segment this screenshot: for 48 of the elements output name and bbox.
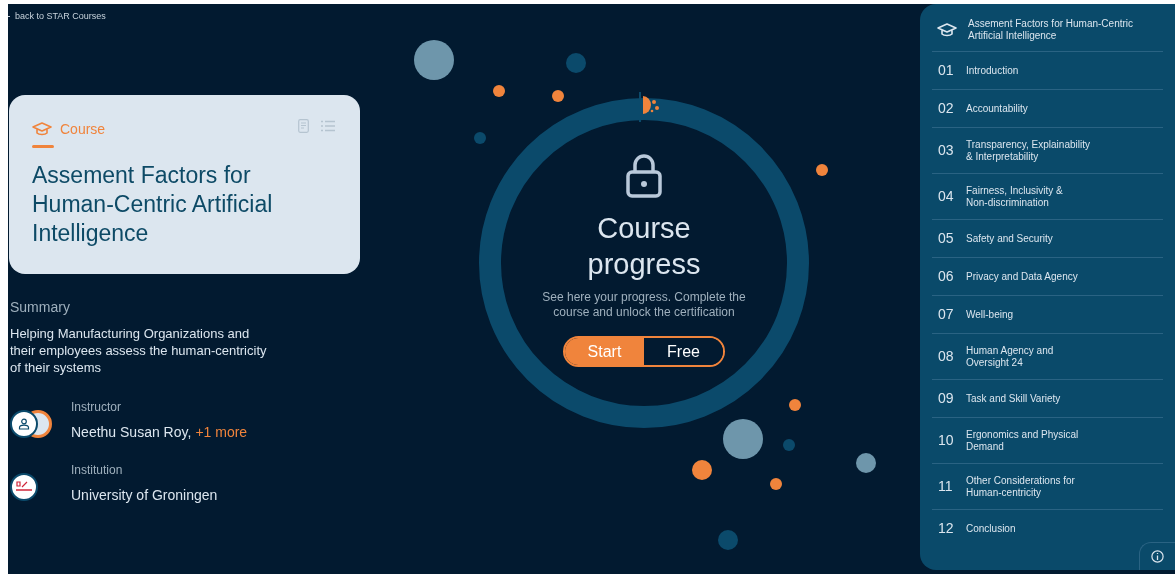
decorative-dot <box>493 85 505 97</box>
summary-heading: Summary <box>10 297 71 317</box>
course-title: Assement Factors for Human-Centric Artificial Intelligence <box>32 160 274 248</box>
decorative-dot <box>414 40 454 80</box>
progress-title: Course progress <box>586 211 702 282</box>
outline-item[interactable]: 10 Ergonomics and Physical Demand <box>938 428 1079 453</box>
decorative-dot <box>474 132 486 144</box>
outline-item[interactable]: 06 Privacy and Data Agency <box>938 266 1078 287</box>
summary-text: Helping Manufacturing Organizations and their employees assess the human-centricity of their systems <box>10 324 268 376</box>
decorative-dot <box>552 90 564 102</box>
outline-item[interactable]: 01 Introduction <box>938 60 1019 81</box>
decorative-dot <box>718 530 738 550</box>
outline-item[interactable]: 07 Well-being <box>938 304 1014 325</box>
active-underline <box>32 144 54 148</box>
decorative-dot <box>566 53 586 73</box>
decorative-dot <box>856 453 876 473</box>
logo-icon <box>16 480 32 493</box>
list-icon[interactable] <box>321 119 335 132</box>
institution-label: Institution <box>71 461 124 479</box>
more-instructors-link[interactable]: +1 more <box>195 421 248 443</box>
document-icon[interactable] <box>298 118 309 133</box>
outline-item[interactable]: 12 Conclusion <box>938 518 1016 539</box>
decorative-dot <box>723 419 763 459</box>
decorative-dot <box>816 164 828 176</box>
outline-item[interactable]: 08 Human Agency and Oversight 24 <box>938 344 1054 369</box>
lock-icon <box>626 154 662 198</box>
graduation-cap-icon <box>937 23 957 37</box>
info-button[interactable] <box>1139 542 1175 570</box>
progress-description: See here your progress. Complete the course and unlock the certification <box>541 290 747 320</box>
institution-name: University of Groningen <box>71 485 218 505</box>
outline-item[interactable]: 09 Task and Skill Variety <box>938 388 1061 409</box>
back-link[interactable]: back to STAR Courses <box>8 10 106 24</box>
info-icon <box>1151 550 1164 563</box>
outline-item[interactable]: 03 Transparency, Explainability & Interpretability <box>938 138 1090 163</box>
decorative-dot <box>770 478 782 490</box>
outline-item[interactable]: 11 Other Considerations for Human-centricity <box>938 474 1075 499</box>
outline-item[interactable]: 05 Safety and Security <box>938 228 1053 249</box>
decorative-dot <box>692 460 712 480</box>
course-label: Course <box>60 119 106 139</box>
decorative-dot <box>789 399 801 411</box>
instructor-label: Instructor <box>71 398 122 416</box>
graduation-cap-icon <box>32 122 52 136</box>
outline-course-title: Assement Factors for Human-Centric Artificial Intelligence <box>968 18 1135 42</box>
outline-item[interactable]: 04 Fairness, Inclusivity & Non-discrimination <box>938 184 1063 209</box>
instructor-name: Neethu Susan Roy, <box>71 422 192 442</box>
decorative-dot <box>783 439 795 451</box>
outline-item[interactable]: 02 Accountability <box>938 98 1028 119</box>
person-icon <box>18 417 30 430</box>
